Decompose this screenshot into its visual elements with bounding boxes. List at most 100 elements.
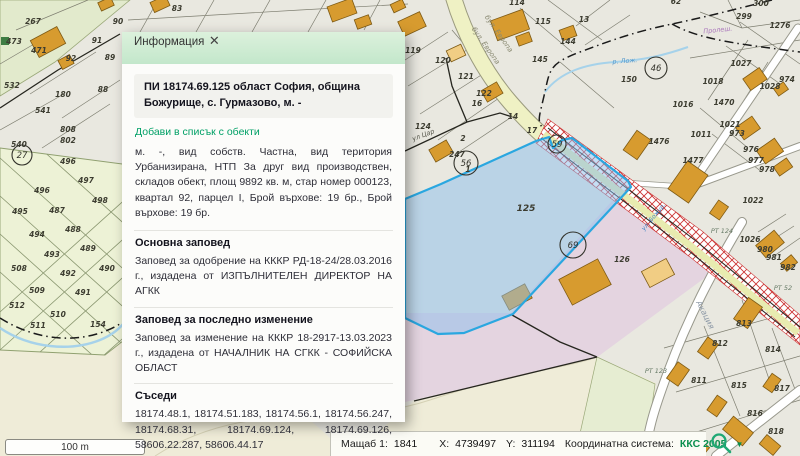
parcel-label: 498 [92, 196, 108, 205]
parcel-label: 471 [31, 46, 47, 55]
parcel-label: 119 [405, 46, 421, 55]
region-circle-label: 27 [17, 151, 28, 161]
section-text: Заповед за изменение на КККР 18-2917-13.… [135, 331, 392, 377]
panel-section: Заповед за последно изменениеЗаповед за … [134, 307, 393, 384]
parcel-label: 121 [458, 72, 474, 81]
panel-body: ПИ 18174.69.125 област София, община Бож… [122, 64, 405, 456]
parcel-label: 814 [765, 345, 781, 354]
panel-section: Съседи 18174.48.1, 18174.51.183, 18174.56… [134, 383, 393, 456]
region-circle-label: 69 [568, 241, 579, 251]
parcel-label: 1476 [649, 137, 670, 146]
parcel-label: 180 [55, 90, 71, 99]
street-label: РТ 52 [774, 284, 792, 292]
street-label: РТ 123 [645, 367, 667, 375]
parcel-label: 493 [44, 250, 60, 259]
parcel-label: 510 [50, 310, 66, 319]
parcel-label: 1028 [760, 82, 781, 91]
parcel-label: 1018 [703, 77, 724, 86]
parcel-label: 816 [747, 409, 763, 418]
section-heading: Съседи [135, 390, 392, 402]
parcel-label: 13 [579, 15, 589, 24]
parcel-label: 511 [30, 321, 46, 330]
parcel-label: 83 [172, 4, 182, 13]
section-heading: Основна заповед [135, 237, 392, 249]
parcel-label: 16 [472, 99, 482, 108]
section-text: 18174.48.1, 18174.51.183, 18174.56.1, 18… [135, 407, 392, 453]
parcel-label: 490 [99, 264, 115, 273]
parcel-label: 91 [92, 36, 102, 45]
parcel-label: 1021 [720, 120, 741, 129]
parcel-label: 1470 [714, 98, 735, 107]
y-value: 311194 [521, 438, 554, 450]
parcel-label: 532 [4, 81, 20, 90]
x-value: 4739497 [455, 438, 496, 450]
parcel-label: 2 [460, 134, 465, 143]
parcel-label: 488 [65, 225, 81, 234]
parcel-label: 145 [532, 55, 548, 64]
parcel-label: 494 [29, 230, 45, 239]
parcel-label: 489 [80, 244, 96, 253]
property-title: ПИ 18174.69.125 област София, община Бож… [134, 74, 393, 118]
parcel-label: 540 [11, 140, 27, 149]
parcel-label: 115 [535, 17, 551, 26]
parcel-label: 1477 [683, 156, 705, 165]
parcel-label: 509 [29, 286, 45, 295]
parcel-label: 978 [759, 165, 775, 174]
parcel-label: 541 [35, 106, 51, 115]
parcel-label: 818 [768, 427, 784, 436]
parcel-label: 496 [60, 157, 76, 166]
parcel-label: 495 [12, 207, 28, 216]
close-icon[interactable]: ✕ [209, 33, 220, 48]
property-description: м. -, вид собств. Частна, вид територия … [135, 145, 392, 221]
parcel-label: 14 [508, 112, 518, 121]
parcel-label: 120 [435, 56, 451, 65]
parcel-label: 473 [6, 37, 22, 46]
section-text: Заповед за одобрение на КККР РД-18-24/28… [135, 254, 392, 300]
parcel-label: 974 [779, 75, 795, 84]
y-label: Y: [506, 438, 515, 450]
parcel-label: 267 [25, 17, 41, 26]
parcel-label: 90 [113, 17, 123, 26]
parcel-label: 17 [527, 126, 538, 135]
region-circle-label: 46 [651, 64, 662, 74]
parcel-label: 981 [766, 253, 782, 262]
street-label: РТ 124 [711, 227, 733, 235]
parcel-label: 1026 [740, 235, 761, 244]
parcel-label: 150 [621, 75, 637, 84]
parcel-label: 92 [66, 54, 76, 63]
parcel-label: 122 [476, 89, 492, 98]
chevron-down-icon[interactable]: ▼ [735, 440, 743, 449]
parcel-label: 497 [78, 176, 94, 185]
parcel-label: 976 [743, 145, 759, 154]
parcel-label: 817 [774, 384, 790, 393]
add-to-list-link[interactable]: Добави в списък с обекти [135, 126, 392, 138]
parcel-label: 512 [9, 301, 25, 310]
parcel-label: 1276 [770, 21, 791, 30]
parcel-label: 973 [729, 129, 745, 138]
app-window: 2674734718390919289885325411808088025404… [0, 0, 800, 456]
parcel-label: 811 [691, 376, 707, 385]
parcel-label: 125 [517, 204, 536, 214]
info-panel: Информация ✕ ПИ 18174.69.125 област Софи… [122, 32, 405, 422]
parcel-label: 487 [49, 206, 65, 215]
parcel-label: 808 [60, 125, 76, 134]
panel-sections: Основна заповед Заповед за одобрение на К… [134, 230, 393, 456]
parcel-label: 496 [34, 186, 50, 195]
parcel-label: 1016 [673, 100, 694, 109]
region-circle-label: 56 [461, 159, 472, 169]
parcel-label: 1011 [691, 130, 712, 139]
parcel-label: 154 [90, 320, 106, 329]
search-icon[interactable] [707, 430, 735, 456]
parcel-label: 491 [75, 288, 91, 297]
parcel-label: 88 [98, 85, 108, 94]
parcel-label: 815 [731, 381, 747, 390]
panel-header: Информация ✕ [122, 32, 405, 64]
parcel-label: 300 [753, 0, 769, 8]
parcel-label: 89 [105, 53, 115, 62]
x-label: X: [439, 438, 449, 450]
parcel-label: 1027 [731, 59, 753, 68]
parcel-label: 508 [11, 264, 27, 273]
parcel-label: 62 [671, 0, 681, 6]
parcel-label: 813 [736, 319, 752, 328]
crs-label: Координатна система: [565, 438, 674, 450]
